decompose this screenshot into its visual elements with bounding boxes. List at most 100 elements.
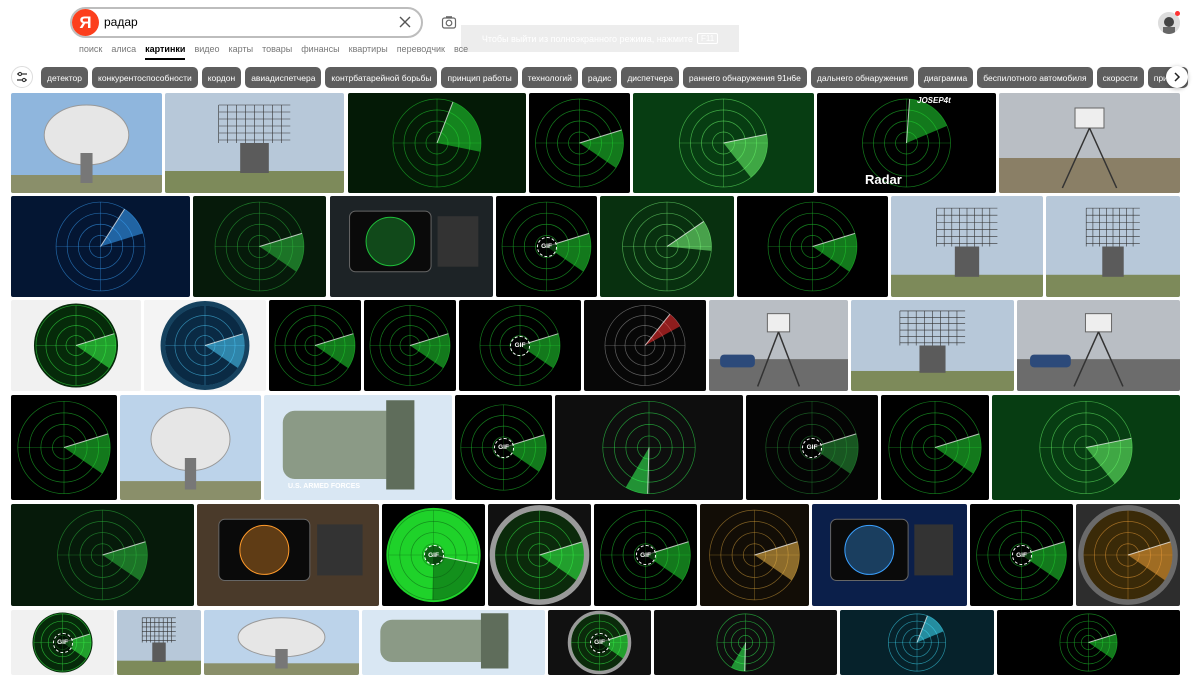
image-result[interactable]: Radar JOSEP4t: [817, 93, 996, 193]
image-result[interactable]: [330, 196, 493, 297]
chip[interactable]: технологий: [521, 67, 578, 88]
image-thumbnail: [11, 93, 162, 193]
image-result[interactable]: [997, 610, 1180, 675]
image-result[interactable]: [488, 504, 591, 606]
image-result[interactable]: [584, 300, 706, 391]
image-result[interactable]: GIF: [970, 504, 1073, 606]
image-result[interactable]: [193, 196, 326, 297]
image-result[interactable]: [600, 196, 734, 297]
image-result[interactable]: [144, 300, 266, 391]
chip[interactable]: авиадиспетчера: [245, 67, 322, 88]
image-thumbnail: [654, 610, 837, 675]
service-nav: поиск алиса картинки видео карты товары …: [79, 44, 477, 60]
image-result[interactable]: [165, 93, 344, 193]
image-result[interactable]: [812, 504, 967, 606]
nav-item-finance[interactable]: финансы: [301, 44, 339, 58]
camera-icon: [441, 16, 457, 29]
image-result[interactable]: [654, 610, 837, 675]
image-result[interactable]: [555, 395, 743, 500]
image-result[interactable]: [362, 610, 545, 675]
image-result[interactable]: [1017, 300, 1180, 391]
yandex-logo[interactable]: Я: [72, 9, 99, 36]
image-result[interactable]: [11, 395, 117, 500]
image-result[interactable]: [529, 93, 630, 193]
image-result[interactable]: [633, 93, 814, 193]
nav-item-search[interactable]: поиск: [79, 44, 102, 58]
image-result[interactable]: GIF: [11, 610, 114, 675]
image-thumbnail: [193, 196, 326, 297]
image-result[interactable]: [11, 93, 162, 193]
image-result[interactable]: [709, 300, 848, 391]
chip[interactable]: принцип работы: [441, 67, 518, 88]
image-result[interactable]: [851, 300, 1014, 391]
image-result[interactable]: GIF: [548, 610, 651, 675]
image-thumbnail: [144, 300, 266, 391]
clear-search-button[interactable]: [396, 13, 414, 31]
image-thumbnail: [992, 395, 1180, 500]
notification-dot: [1175, 11, 1180, 16]
image-result[interactable]: [1046, 196, 1180, 297]
image-result[interactable]: [992, 395, 1180, 500]
image-result[interactable]: [348, 93, 526, 193]
logo-letter: Я: [79, 12, 92, 32]
nav-item-realty[interactable]: квартиры: [349, 44, 388, 58]
image-result[interactable]: [364, 300, 456, 391]
image-result[interactable]: GIF: [746, 395, 878, 500]
image-result[interactable]: [1076, 504, 1180, 606]
image-caption: U.S. ARMED FORCES: [288, 483, 361, 490]
related-queries: детектор конкурентоспособности кордон ав…: [0, 66, 1200, 90]
image-search-button[interactable]: [440, 13, 458, 31]
nav-item-images[interactable]: картинки: [145, 44, 186, 60]
chip[interactable]: контрбатарейной борьбы: [325, 67, 438, 88]
image-result[interactable]: [197, 504, 379, 606]
nav-item-all[interactable]: все: [454, 44, 468, 58]
fullscreen-toast: Чтобы выйти из полноэкранного режима, на…: [461, 25, 739, 52]
chip[interactable]: радис: [581, 67, 618, 88]
image-result[interactable]: [269, 300, 361, 391]
filter-button[interactable]: [11, 66, 33, 88]
chip[interactable]: беспилотного автомобиля: [977, 67, 1093, 88]
chip[interactable]: раннего обнаружения 91н6е: [682, 67, 807, 88]
image-thumbnail: [851, 300, 1014, 391]
image-result[interactable]: [700, 504, 809, 606]
image-result[interactable]: [999, 93, 1180, 193]
image-result[interactable]: [840, 610, 994, 675]
image-result[interactable]: [117, 610, 201, 675]
chip[interactable]: скорости: [1096, 67, 1144, 88]
image-thumbnail: [881, 395, 989, 500]
chip[interactable]: диаграмма: [917, 67, 974, 88]
image-result[interactable]: GIF: [496, 196, 597, 297]
image-result[interactable]: GIF: [459, 300, 581, 391]
nav-item-products[interactable]: товары: [262, 44, 292, 58]
search-input[interactable]: [104, 12, 384, 32]
image-result[interactable]: [11, 196, 190, 297]
nav-item-translator[interactable]: переводчик: [397, 44, 445, 58]
image-thumbnail: [891, 196, 1043, 297]
image-result[interactable]: GIF: [594, 504, 697, 606]
nav-item-video[interactable]: видео: [194, 44, 219, 58]
image-result[interactable]: [737, 196, 888, 297]
chip[interactable]: детектор: [41, 67, 88, 88]
image-thumbnail: [737, 196, 888, 297]
image-result[interactable]: [120, 395, 261, 500]
chip[interactable]: кордон: [201, 67, 242, 88]
chip[interactable]: конкурентоспособности: [92, 67, 198, 88]
image-thumbnail: [488, 504, 591, 606]
image-thumbnail: [1017, 300, 1180, 391]
image-result[interactable]: [11, 504, 194, 606]
image-thumbnail: [11, 504, 194, 606]
gif-badge: GIF: [802, 437, 822, 458]
image-result[interactable]: U.S. ARMED FORCES: [264, 395, 452, 500]
gif-badge: GIF: [635, 545, 656, 565]
nav-item-alice[interactable]: алиса: [111, 44, 136, 58]
chip[interactable]: дальнего обнаружения: [810, 67, 914, 88]
image-result[interactable]: [891, 196, 1043, 297]
image-result[interactable]: [11, 300, 141, 391]
image-result[interactable]: [204, 610, 359, 675]
nav-item-maps[interactable]: карты: [229, 44, 254, 58]
chip[interactable]: диспетчера: [621, 67, 679, 88]
image-result[interactable]: GIF: [455, 395, 552, 500]
image-result[interactable]: [881, 395, 989, 500]
chips-next-button[interactable]: [1166, 66, 1188, 88]
image-result[interactable]: GIF: [382, 504, 485, 606]
